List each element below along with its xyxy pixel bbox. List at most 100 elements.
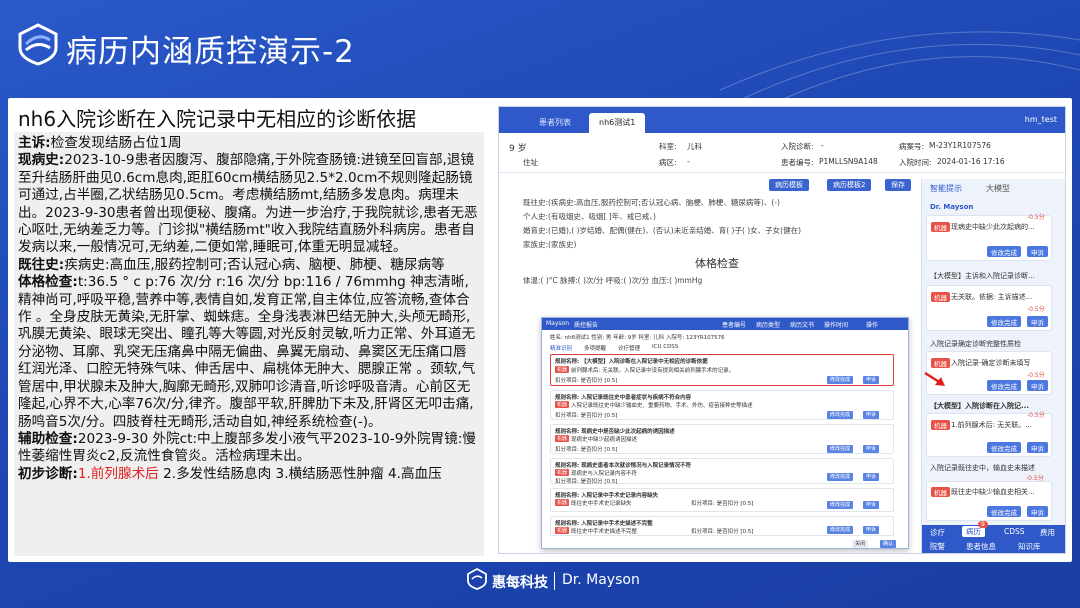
present-illness-label: 现病史: <box>18 152 65 169</box>
appeal-button[interactable]: 申诉 <box>863 411 880 419</box>
qc-item-desc: 既往史中手术史描述不完整 <box>571 529 638 535</box>
appeal-button[interactable]: 申诉 <box>1027 442 1048 453</box>
qc-item-desc: 入院记录既往史中缺少输血史、重要药物、手术、外伤、疫苗接种史等描述 <box>571 403 753 409</box>
qc-chip: 机器 <box>555 469 570 476</box>
tip-card-llm[interactable]: 机器 1.前列腺术后: 无关联。... -0.5分 修改完成 申诉 <box>926 412 1052 457</box>
patient-info-bar: 9 岁 住址 科室: 儿科 病区: - 入院诊断: - 患者编号: P1MLLS… <box>499 133 1065 173</box>
modal-close-button[interactable]: 关闭 <box>852 540 869 548</box>
doc-line: 婚育史:(已婚),( )岁结婚、配偶(健在)、(否认)未近亲结婚、育( )子( … <box>523 226 802 235</box>
dept-value: 儿科 <box>687 142 702 151</box>
appeal-button[interactable]: 申诉 <box>863 526 880 534</box>
qc-item[interactable]: 规则名称: 入院记录中手术史描述不完整 机器 既往史中手术史描述不完整 扣分项目… <box>550 516 894 536</box>
qc-item-highlighted[interactable]: 规则名称: 【大模型】入院诊断在入院记录中无相应的诊断依据 机器 前列腺术后: … <box>550 354 894 386</box>
template-button-1[interactable]: 病历模板 <box>769 179 809 191</box>
admit-time: 2024-01-16 17:16 <box>937 157 1005 166</box>
footer-logo-icon <box>467 568 487 590</box>
present-illness-section: 现病史:2023-10-9患者因腹泻、腹部隐痛,于外院查肠镜:进镜至回盲部,退镜… <box>18 152 480 256</box>
modal-tab[interactable]: ICU CDSS <box>652 344 678 350</box>
qc-item-score: 扣分项目: 是否扣分 [0.5] <box>555 413 618 419</box>
machine-chip: 机器 <box>931 292 950 302</box>
modal-col: 患者编号 <box>722 322 747 329</box>
decorative-lines <box>720 31 1080 110</box>
machine-chip: 机器 <box>931 487 950 497</box>
assistant-bottom-nav: 诊疗 病历 9 CDSS 费用 院警 患者信息 知识库 <box>922 521 1065 553</box>
modify-done-button[interactable]: 修改完成 <box>987 380 1021 391</box>
appeal-button[interactable]: 申诉 <box>1027 246 1048 257</box>
diagnosis-section: 初步诊断:1.前列腺术后 2.多发性结肠息肉 3.横结肠恶性肿瘤 4.高血压 <box>18 466 480 483</box>
emr-screenshot: 患者列表 nh6测试1 hm_test 9 岁 住址 科室: 儿科 病区: - … <box>498 106 1066 554</box>
patient-address: 住址 <box>523 158 538 167</box>
modal-col: 病历类型 <box>756 322 781 329</box>
modify-done-button[interactable]: 修改完成 <box>987 316 1021 327</box>
qc-chip: 机器 <box>555 499 570 506</box>
qc-item[interactable]: 规则名称: 现病史中是否缺少此次起病的诱因描述 机器 现病史中缺少起病诱因描述 … <box>550 424 894 454</box>
tip-card[interactable]: 机器 现病史中缺少此次起病的... -0.5分 修改完成 申诉 <box>926 214 1052 261</box>
ward-value: - <box>687 157 690 166</box>
modal-tab[interactable]: 诊疗管理 <box>618 344 640 352</box>
assistant-tabs: 智能提示 大模型 <box>922 179 1065 197</box>
tip-card[interactable]: 机器 既往史中缺少输血史相关... 修改完成 申诉 <box>926 481 1052 521</box>
qc-chip: 机器 <box>555 435 570 442</box>
appeal-button[interactable]: 申诉 <box>863 473 880 481</box>
nav-cdss[interactable]: CDSS <box>1004 527 1025 536</box>
appeal-button[interactable]: 申诉 <box>1027 506 1048 517</box>
tip-title: 入院记录确定诊断完整性质检 <box>930 340 1021 348</box>
doc-line: 家族史:(家族史) <box>523 240 577 249</box>
qc-item-score: 扣分项目: 是否扣分 [0.5] <box>555 447 618 453</box>
modify-done-button[interactable]: 修改完成 <box>827 473 854 481</box>
modal-tab[interactable]: 精准识别 <box>550 344 572 352</box>
modal-col: 病历文书 <box>790 322 815 329</box>
appeal-button[interactable]: 申诉 <box>1027 380 1048 391</box>
nav-diagnosis[interactable]: 诊疗 <box>930 527 945 538</box>
qc-chip: 机器 <box>555 401 570 408</box>
modify-done-button[interactable]: 修改完成 <box>827 376 854 384</box>
tip-card[interactable]: 机器 无关联。依据: 主诉描述... -0.5分 修改完成 申诉 <box>926 285 1052 331</box>
nav-patient-info[interactable]: 患者信息 <box>966 541 996 552</box>
machine-chip: 机器 <box>931 222 950 232</box>
tip-text: 入院记录-确定诊断未填写 <box>951 359 1031 367</box>
tip-score: -0.5分 <box>1027 214 1045 221</box>
qc-chip: 机器 <box>555 366 570 373</box>
tab-smart-tips[interactable]: 智能提示 <box>930 183 962 194</box>
tip-title-llm: 【大模型】入院诊断在入院记... <box>930 402 1029 410</box>
save-button[interactable]: 保存 <box>885 179 911 191</box>
modal-col: 操作 <box>866 322 879 329</box>
nav-alert[interactable]: 院警 <box>930 541 945 552</box>
vital-line: 体温:( )°C 脉搏:( )次/分 呼吸:( )次/分 血压:( )mmHg <box>523 276 703 285</box>
admit-time-label: 入院时间: <box>899 158 932 167</box>
nav-knowledge[interactable]: 知识库 <box>1018 541 1041 552</box>
present-illness-text: 2023-10-9患者因腹泻、腹部隐痛,于外院查肠镜:进镜至回盲部,退镜至升结肠… <box>18 152 478 256</box>
emr-topbar: 患者列表 nh6测试1 hm_test <box>499 107 1065 133</box>
modify-done-button[interactable]: 修改完成 <box>827 501 854 509</box>
modify-done-button[interactable]: 修改完成 <box>827 445 854 453</box>
modify-done-button[interactable]: 修改完成 <box>987 506 1021 517</box>
appeal-button[interactable]: 申诉 <box>1027 316 1048 327</box>
footer-brand-cn: 惠每科技 <box>492 575 548 591</box>
qc-item[interactable]: 规则名称: 入院记录既往史中患者症状与疾病不符合内容 机器 入院记录既往史中缺少… <box>550 390 894 420</box>
tip-text: 无关联。依据: 主诉描述... <box>951 293 1033 301</box>
patient-no: P1MLLSN9A148 <box>819 157 878 166</box>
modify-done-button[interactable]: 修改完成 <box>827 526 854 534</box>
modify-done-button[interactable]: 修改完成 <box>987 442 1021 453</box>
qc-item[interactable]: 规则名称: 现病史患者本次就诊情况与入院记录情况不符 机器 现病史与入院记录内容… <box>550 458 894 485</box>
appeal-button[interactable]: 申诉 <box>863 501 880 509</box>
patient-no-label: 患者编号: <box>781 158 814 167</box>
modal-confirm-button[interactable]: 确认 <box>880 540 897 548</box>
tab-llm[interactable]: 大模型 <box>986 183 1010 194</box>
qc-item-score: 扣分项目: 是否扣分 [0.5] <box>555 479 618 485</box>
nav-fee[interactable]: 费用 <box>1040 527 1055 538</box>
qc-item[interactable]: 规则名称: 入院记录中手术史记录内容缺失 机器 既往史中手术史记录缺失 扣分项目… <box>550 488 894 512</box>
tab-patient[interactable]: nh6测试1 <box>589 113 646 133</box>
template-button-2[interactable]: 病历模板2 <box>827 179 872 191</box>
modify-done-button[interactable]: 修改完成 <box>987 246 1021 257</box>
tab-patient-list[interactable]: 患者列表 <box>529 113 581 133</box>
appeal-button[interactable]: 申诉 <box>863 376 880 384</box>
slide-subtitle: nh6入院诊断在入院记录中无相应的诊断依据 <box>18 107 417 131</box>
qc-item-score: 扣分项目: 是否扣分 [0.5] <box>555 378 618 384</box>
medical-record-text: 主诉:检查发现结肠占位1周 现病史:2023-10-9患者因腹泻、腹部隐痛,于外… <box>14 132 484 556</box>
aux-exam-label: 辅助检查: <box>18 430 78 447</box>
modal-tab[interactable]: 多项提醒 <box>584 344 606 352</box>
appeal-button[interactable]: 申诉 <box>863 445 880 453</box>
modify-done-button[interactable]: 修改完成 <box>827 411 854 419</box>
qc-item-title: 规则名称: 现病史患者本次就诊情况与入院记录情况不符 <box>555 463 692 469</box>
